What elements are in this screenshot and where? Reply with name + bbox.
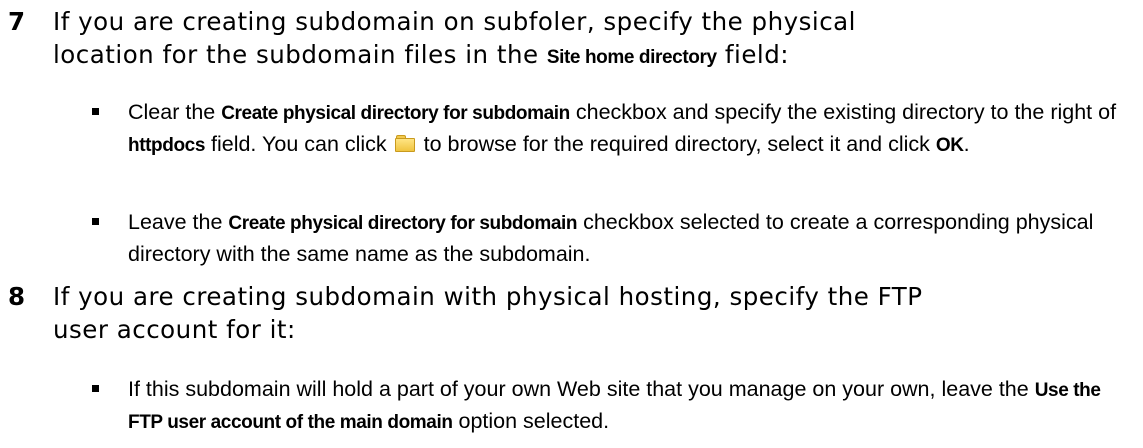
bullet-marker — [92, 108, 99, 115]
step-8: 8 If you are creating subdomain with phy… — [8, 280, 1123, 346]
folder-icon — [394, 135, 415, 152]
list-item-text: Clear the Create physical directory for … — [128, 100, 1117, 156]
bullet-marker — [92, 218, 99, 225]
step-text: If you are creating subdomain on subfole… — [53, 7, 856, 69]
ui-term-create-physical-directory: Create physical directory for subdomain — [221, 103, 570, 124]
ui-term-ok: OK — [935, 135, 964, 156]
list-item: Leave the Create physical directory for … — [92, 207, 1132, 269]
document-page: 7 If you are creating subdomain on subfo… — [0, 0, 1143, 448]
step-number: 7 — [8, 7, 26, 36]
list-item-text: If this subdomain will hold a part of yo… — [128, 377, 1101, 433]
list-item: If this subdomain will hold a part of yo… — [92, 374, 1132, 438]
step-number: 8 — [8, 282, 26, 311]
ui-term-create-physical-directory: Create physical directory for subdomain — [228, 213, 578, 234]
list-item-text: Leave the Create physical directory for … — [128, 210, 1094, 266]
step-7: 7 If you are creating subdomain on subfo… — [8, 5, 1123, 74]
bullet-marker — [92, 385, 99, 392]
ui-term-site-home-directory: Site home directory — [546, 47, 717, 68]
step-text: If you are creating subdomain with physi… — [53, 282, 923, 344]
ui-term-httpdocs: httpdocs — [128, 135, 206, 156]
list-item: Clear the Create physical directory for … — [92, 97, 1132, 161]
